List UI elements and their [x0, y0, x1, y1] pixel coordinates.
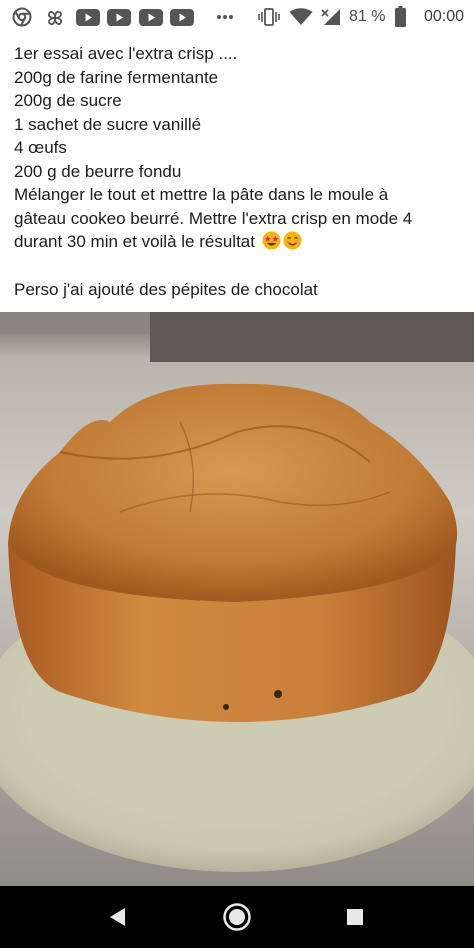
youtube-icon	[76, 9, 100, 26]
pinwheel-icon	[47, 10, 63, 26]
post-line: gâteau cookeo beurré. Mettre l'extra cri…	[14, 208, 413, 228]
battery-icon	[395, 6, 406, 27]
navigation-bar	[0, 886, 474, 948]
youtube-icon	[170, 9, 194, 26]
cake-photo	[0, 312, 474, 886]
recents-button[interactable]	[347, 909, 363, 925]
signal-icon	[321, 9, 340, 25]
more-dots-icon	[217, 15, 233, 19]
post-line: 1 sachet de sucre vanillé	[14, 114, 202, 134]
star-struck-emoji	[262, 231, 281, 250]
post-line-with-emojis: durant 30 min et voilà le résultat	[14, 230, 464, 254]
home-button[interactable]	[222, 902, 252, 932]
post-line: durant 30 min et voilà le résultat	[14, 232, 255, 251]
battery-percentage: 81 %	[349, 8, 386, 25]
smiling-face-emoji	[283, 231, 302, 250]
back-button[interactable]	[109, 907, 127, 927]
chrome-icon	[12, 7, 32, 27]
youtube-icon	[107, 9, 131, 26]
status-bar: 81 % 00:00	[0, 0, 474, 34]
post-line: Mélanger le tout et mettre la pâte dans …	[14, 185, 389, 204]
post-line: 200g de farine fermentante	[14, 67, 219, 87]
post-line: 200 g de beurre fondu	[14, 161, 182, 181]
post-line: 4 œufs	[14, 138, 67, 157]
post-note: Perso j'ai ajouté des pépites de chocola…	[14, 279, 318, 299]
post-line: 1er essai avec l'extra crisp ....	[14, 44, 238, 63]
post-line: 200g de sucre	[14, 91, 122, 110]
wifi-icon	[289, 8, 313, 25]
clock: 00:00	[423, 8, 464, 25]
youtube-icon	[139, 9, 163, 26]
vibrate-icon	[258, 8, 280, 26]
post-text: 1er essai avec l'extra crisp .... 200g d…	[14, 42, 464, 301]
